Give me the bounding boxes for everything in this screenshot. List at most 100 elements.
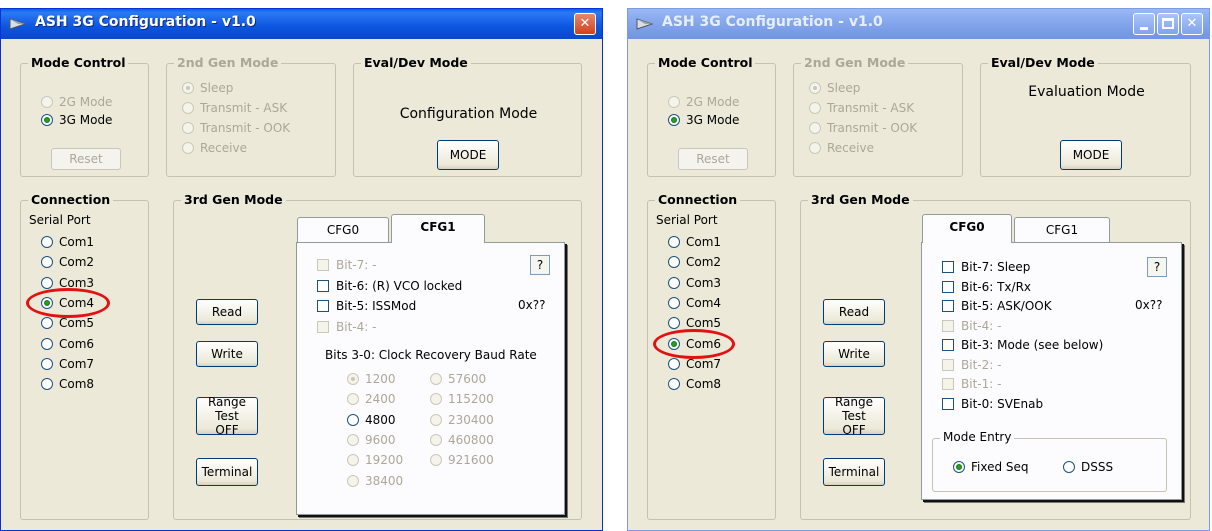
checkbox-label: Bit-3: Mode (see below) — [961, 338, 1104, 352]
gen2-mode-group-legend: 2nd Gen Mode — [801, 55, 909, 70]
checkbox-box — [317, 300, 329, 312]
eval-dev-group-legend: Eval/Dev Mode — [361, 55, 471, 70]
radio-dot — [41, 96, 53, 108]
checkbox-label: Bit-5: ASK/OOK — [961, 299, 1052, 313]
mode-button[interactable]: MODE — [1060, 140, 1122, 170]
close-button[interactable]: ✕ — [574, 13, 596, 35]
radio-label: 115200 — [448, 392, 494, 407]
radio-label: 4800 — [365, 412, 396, 427]
range-test-button[interactable]: Range Test OFF — [196, 395, 258, 437]
help-button[interactable]: ? — [1147, 257, 1167, 277]
radio-label: 460800 — [448, 432, 494, 447]
tab-cfg1[interactable]: CFG1 — [1014, 217, 1110, 243]
radio-dot — [668, 236, 680, 248]
radio-dot — [41, 256, 53, 269]
tab-cfg1[interactable]: CFG1 — [391, 214, 485, 243]
radio-dot — [41, 236, 53, 248]
checkbox-label: Bit-6: (R) VCO locked — [336, 278, 463, 293]
radio-dot — [809, 122, 821, 134]
radio-label: 19200 — [365, 453, 404, 468]
serial-port-label: Serial Port — [29, 213, 91, 227]
checkbox-label: Bit-5: ISSMod — [336, 299, 417, 313]
radio-dot — [41, 357, 53, 370]
read-button[interactable]: Read — [196, 299, 258, 325]
terminal-button[interactable]: Terminal — [196, 458, 258, 486]
radio-label: 2G Mode — [59, 95, 113, 109]
checkbox-box — [942, 319, 954, 332]
range-test-button[interactable]: Range Test OFF — [823, 395, 885, 437]
radio-dot — [668, 276, 680, 289]
checkbox-box — [942, 280, 954, 293]
title-bar[interactable]: ASH 3G Configuration - v1.0 ✕ — [628, 9, 1209, 39]
write-button[interactable]: Write — [823, 341, 885, 367]
mode-control-group: Mode Control 2G Mode 3G Mode Reset — [20, 55, 149, 177]
eval-dev-group: Eval/Dev Mode Evaluation Mode MODE — [980, 55, 1191, 177]
tab-cfg0[interactable]: CFG0 — [297, 217, 389, 243]
radio-label: Transmit - OOK — [200, 121, 291, 135]
config-window-right: ASH 3G Configuration - v1.0 ✕ Mode Control… — [627, 8, 1210, 531]
radio-dot — [41, 337, 53, 350]
checkbox-label: Bit-2: - — [961, 357, 1002, 372]
app-icon — [9, 15, 27, 33]
checkbox-box — [317, 279, 329, 292]
radio-dot — [430, 373, 442, 385]
radio-dot — [182, 82, 194, 94]
radio-label: Com6 — [59, 336, 95, 351]
serial-port-label: Serial Port — [656, 213, 718, 227]
reset-button: Reset — [678, 148, 748, 170]
radio-label: Transmit - ASK — [200, 101, 288, 115]
checkbox-box — [942, 378, 954, 390]
mode-control-group-legend: Mode Control — [28, 55, 129, 70]
reset-button: Reset — [51, 148, 121, 170]
terminal-button[interactable]: Terminal — [823, 458, 885, 486]
mode-button[interactable]: MODE — [437, 140, 499, 170]
window-title: ASH 3G Configuration - v1.0 — [662, 14, 883, 30]
radio-dot — [430, 433, 442, 446]
radio-label: DSSS — [1081, 460, 1114, 474]
mode-control-group: Mode Control 2G Mode 3G Mode Reset — [647, 55, 776, 177]
write-button[interactable]: Write — [196, 341, 258, 367]
minimize-button[interactable] — [1133, 13, 1155, 35]
minimize-icon — [1140, 27, 1148, 30]
radio-label: 2G Mode — [686, 95, 740, 109]
mode-status-text: Configuration Mode — [399, 106, 538, 122]
radio-dot — [430, 413, 442, 426]
radio-dot — [1063, 461, 1075, 473]
radio-label: Sleep — [200, 81, 234, 95]
eval-dev-group-legend: Eval/Dev Mode — [988, 55, 1098, 70]
gen2-mode-group: 2nd Gen Mode Sleep Transmit - ASK Transmit … — [793, 55, 963, 177]
radio-label: 57600 — [448, 372, 487, 386]
radio-label: Com8 — [686, 377, 722, 392]
read-button[interactable]: Read — [823, 299, 885, 325]
close-button[interactable]: ✕ — [1181, 13, 1203, 35]
radio-dot — [347, 474, 359, 487]
radio-label: 230400 — [448, 412, 494, 427]
title-bar[interactable]: ASH 3G Configuration - v1.0 ✕ — [1, 9, 602, 39]
tab-cfg0[interactable]: CFG0 — [922, 214, 1012, 243]
radio-label: 2400 — [365, 392, 396, 407]
checkbox-box — [317, 320, 329, 333]
radio-label: 3G Mode — [59, 113, 113, 127]
checkbox-box — [942, 261, 954, 273]
checkbox-box — [942, 339, 954, 351]
checkbox-box — [942, 300, 954, 312]
radio-dot — [182, 142, 194, 154]
radio-label: Sleep — [827, 81, 861, 95]
radio-dot — [182, 122, 194, 134]
tab-panel-cfg1: Bit-7: - Bit-6: (R) VCO locked Bit-5: ISSM… — [296, 242, 565, 515]
radio-label: 9600 — [365, 432, 396, 447]
radio-label: 1200 — [365, 372, 396, 386]
mode-status-text: Evaluation Mode — [1028, 84, 1145, 100]
radio-label: Com8 — [59, 377, 95, 392]
radio-label: 38400 — [365, 473, 404, 488]
baud-rate-heading: Bits 3-0: Clock Recovery Baud Rate — [325, 348, 537, 362]
help-button[interactable]: ? — [530, 255, 550, 275]
maximize-button[interactable] — [1157, 13, 1179, 35]
window-title: ASH 3G Configuration - v1.0 — [35, 14, 256, 30]
radio-dot — [347, 413, 359, 426]
connection-group: Connection Serial Port Com1 Com2 Com3 Com4 Com… — [647, 192, 776, 520]
radio-dot — [668, 296, 680, 309]
radio-dot — [809, 82, 821, 94]
gen3-mode-group-legend: 3rd Gen Mode — [808, 192, 913, 207]
radio-dot — [41, 317, 53, 330]
